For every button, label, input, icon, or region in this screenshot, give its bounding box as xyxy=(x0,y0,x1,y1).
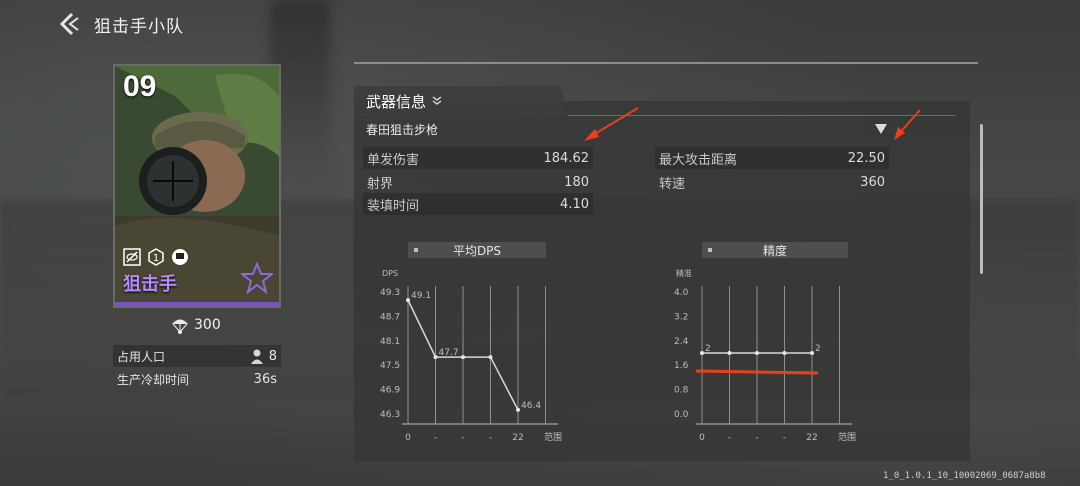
data-label: 2 xyxy=(815,344,821,354)
x-tick-label: - xyxy=(783,433,786,443)
chart-accuracy-title: 精度 xyxy=(762,243,787,258)
bullet-icon xyxy=(414,248,418,252)
soldier-icon xyxy=(250,349,263,364)
stat-reload-value: 4.10 xyxy=(560,196,589,212)
data-point xyxy=(755,351,759,355)
stat-range-label: 最大攻击距离 xyxy=(659,152,738,168)
stat-damage-value: 184.62 xyxy=(543,150,590,166)
cooldown-value: 36s xyxy=(253,371,277,387)
chart-dps-title: 平均DPS xyxy=(452,243,502,258)
tab-weapon-info[interactable]: 武器信息 xyxy=(354,86,568,116)
chart-dps-header: 平均DPS xyxy=(408,242,546,258)
unit-cost: 300 xyxy=(170,315,221,335)
double-chevron-down-icon xyxy=(432,96,442,105)
cost-value: 300 xyxy=(194,317,221,333)
unit-number: 09 xyxy=(123,70,157,103)
x-tick-label: - xyxy=(755,433,758,443)
stat-damage-label: 单发伤害 xyxy=(367,152,420,168)
y-tick-label: 46.3 xyxy=(380,410,400,420)
data-point xyxy=(727,351,732,355)
stat-arc-value: 180 xyxy=(564,174,589,190)
data-label: 49.1 xyxy=(411,291,431,301)
unit-card[interactable]: 09 1 狙击手 xyxy=(113,64,281,308)
x-axis-label: 范围 xyxy=(838,431,856,443)
y-tick-label: 0.0 xyxy=(674,410,689,420)
data-point xyxy=(488,355,493,360)
data-point xyxy=(516,407,520,412)
data-point xyxy=(782,351,787,355)
x-tick-label: - xyxy=(434,433,437,443)
y-tick-label: 4.0 xyxy=(674,288,689,298)
tab-title: 武器信息 xyxy=(366,92,427,111)
bullet-icon xyxy=(708,248,712,252)
x-tick-label: - xyxy=(728,433,731,443)
x-axis-label: 范围 xyxy=(544,431,562,443)
back-arrow-icon[interactable] xyxy=(56,10,82,38)
chart-accuracy-header: 精度 xyxy=(702,242,848,258)
cooldown-label: 生产冷却时间 xyxy=(117,372,190,387)
panel-top-divider xyxy=(354,62,978,64)
population-label: 占用人口 xyxy=(117,349,166,364)
star-rank-icon xyxy=(241,262,273,294)
y-tick-label: 46.9 xyxy=(380,386,400,396)
x-tick-label: 0 xyxy=(405,433,411,443)
population-row: 占用人口 8 xyxy=(113,345,281,367)
parachute-icon xyxy=(172,319,188,334)
page-title: 狙击手小队 xyxy=(94,16,184,37)
x-tick-label: 0 xyxy=(699,433,705,443)
card-accent-bar xyxy=(115,302,279,306)
data-label: 46.4 xyxy=(521,401,541,411)
svg-text:1: 1 xyxy=(153,253,159,264)
cooldown-row: 生产冷却时间 36s xyxy=(113,368,281,390)
y-tick-label: 48.1 xyxy=(380,337,400,347)
y-tick-label: 0.8 xyxy=(674,386,689,396)
stat-range-value: 22.50 xyxy=(847,150,885,166)
stat-reload: 装填时间 4.10 xyxy=(363,193,593,215)
stat-range: 最大攻击距离 22.50 xyxy=(655,147,889,169)
stat-arc-label: 射界 xyxy=(367,176,394,192)
data-point xyxy=(810,351,814,355)
y-tick-label: 48.7 xyxy=(380,312,400,322)
y-tick-label: 1.6 xyxy=(674,361,689,371)
y-tick-label: 49.3 xyxy=(380,288,400,298)
flag-icon xyxy=(172,249,188,265)
stat-traverse-label: 转速 xyxy=(659,176,686,192)
stat-arc: 射界 180 xyxy=(363,171,593,193)
weapon-name: 春田狙击步枪 xyxy=(366,123,439,137)
header: 狙击手小队 xyxy=(56,8,184,40)
data-label: 2 xyxy=(705,344,711,354)
build-id: 1_0_1.0.1_10_10002069_0687a8b8 xyxy=(883,471,1046,481)
chart-accuracy: 精准4.03.22.41.60.80.00- - -22 范围2 2 xyxy=(674,268,856,443)
stat-traverse: 转速 360 xyxy=(655,171,889,193)
no-vision-icon xyxy=(123,248,141,266)
x-tick-label: 22 xyxy=(512,433,523,443)
y-axis-label: DPS xyxy=(382,269,398,278)
chart-dps: DPS 49.3 48.7 48.1 47.5 46.9 46.3 0 - - - 22 范围 49.1 4… xyxy=(380,269,562,443)
y-tick-label: 2.4 xyxy=(674,337,689,347)
stat-reload-label: 装填时间 xyxy=(367,198,420,214)
data-point xyxy=(433,355,438,360)
x-tick-label: - xyxy=(461,433,464,443)
data-point xyxy=(406,298,410,303)
stat-damage: 单发伤害 184.62 xyxy=(363,147,593,169)
data-point xyxy=(461,355,465,360)
y-axis-label: 精准 xyxy=(676,268,692,278)
weapon-dropdown-icon[interactable] xyxy=(874,123,888,135)
data-label: 47.7 xyxy=(439,348,459,358)
x-tick-label: - xyxy=(489,433,492,443)
level-one-icon: 1 xyxy=(148,248,164,266)
y-tick-label: 47.5 xyxy=(380,361,400,371)
y-tick-label: 3.2 xyxy=(674,312,688,322)
unit-role: 狙击手 xyxy=(123,274,177,295)
population-value: 8 xyxy=(268,348,277,364)
data-point xyxy=(700,351,704,355)
x-tick-label: 22 xyxy=(806,433,817,443)
scrollbar[interactable] xyxy=(980,124,983,274)
trait-icons: 1 xyxy=(123,248,189,266)
stat-traverse-value: 360 xyxy=(860,174,885,190)
